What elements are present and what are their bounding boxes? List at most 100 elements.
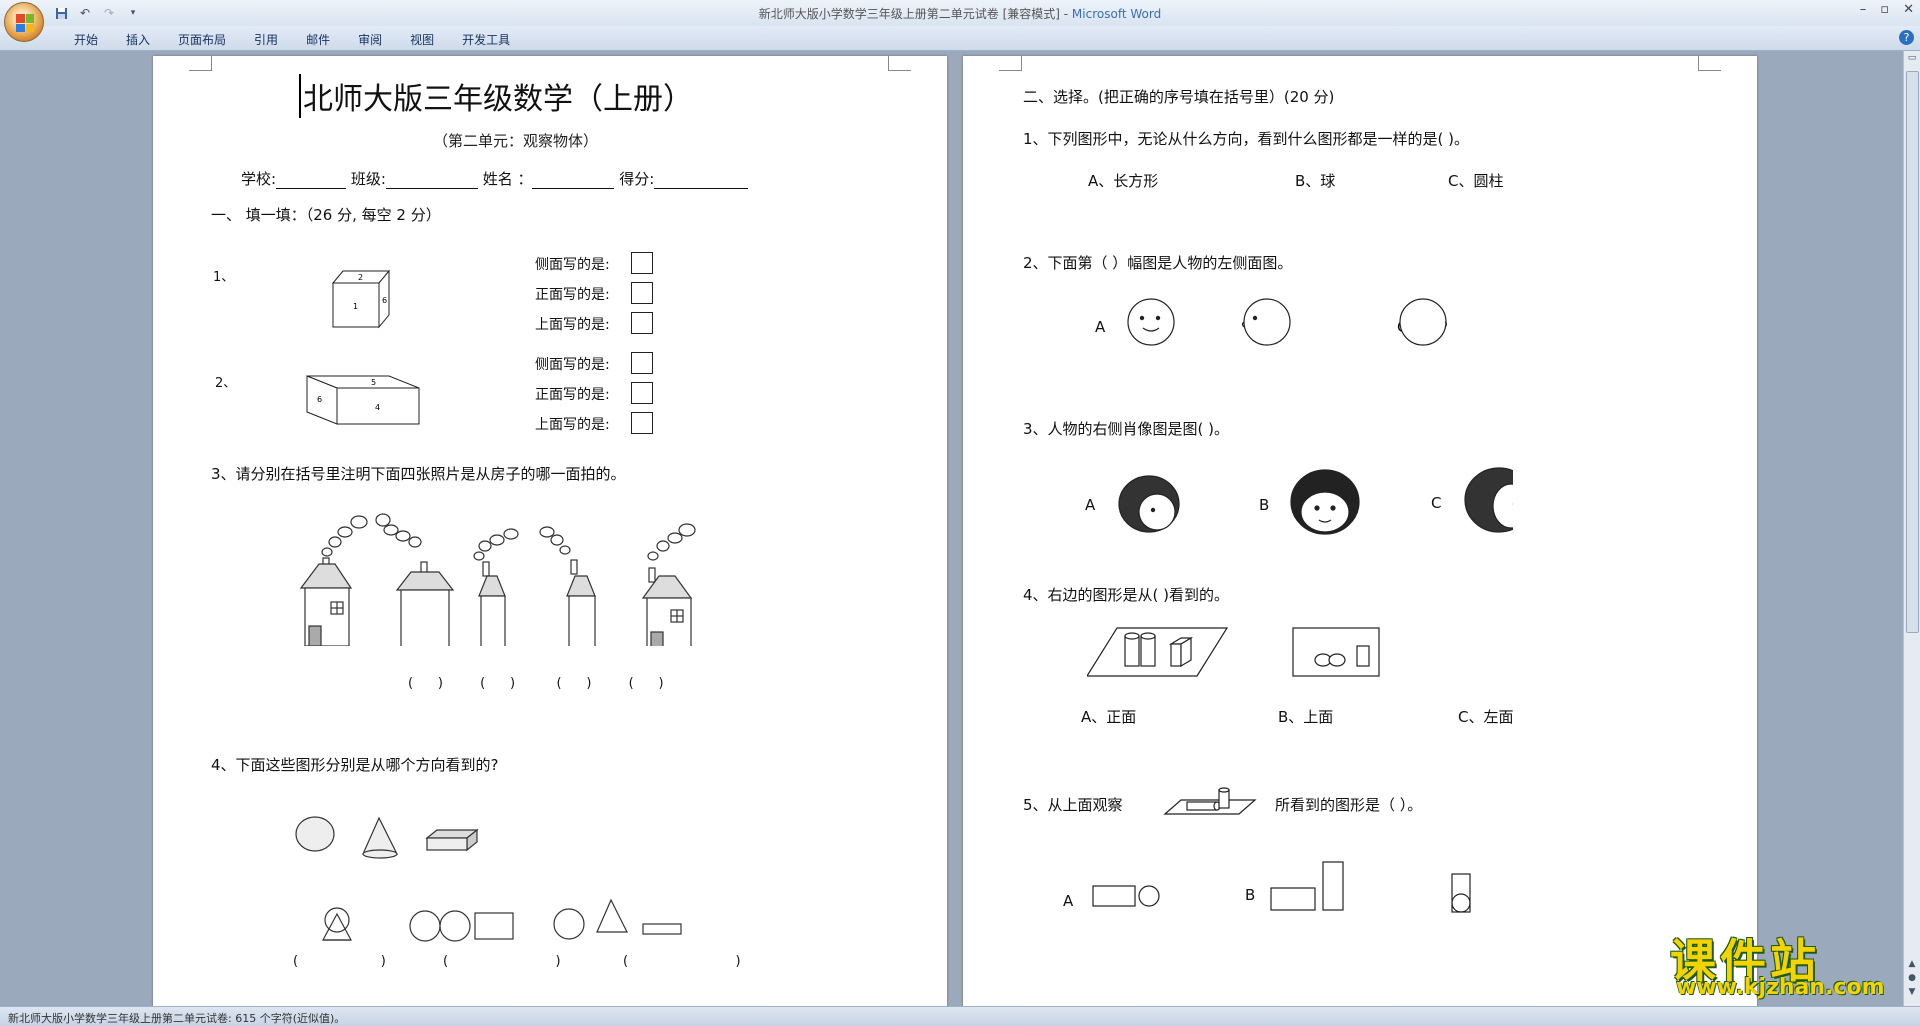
- school-blank[interactable]: [276, 172, 347, 189]
- status-bar: 新北师大版小学数学三年级上册第二单元试卷: 615 个字符(近似值)。: [0, 1006, 1920, 1026]
- choice-q3-label-a: A: [1085, 496, 1096, 514]
- next-page-icon[interactable]: ▼: [1904, 987, 1920, 999]
- q1-side-answer-box[interactable]: [631, 252, 653, 274]
- site-watermark-logo: 课件站 www.kjzhan.com: [1670, 925, 1900, 1005]
- q1-number: 1、: [213, 270, 235, 285]
- margin-corner-mark: [1698, 56, 1721, 71]
- score-blank[interactable]: [654, 172, 749, 189]
- tab-home[interactable]: 开始: [60, 29, 112, 50]
- choice-q2-text: 2、下面第（ ）幅图是人物的左侧面图。: [1023, 254, 1293, 272]
- q4-text: 4、下面这些图形分别是从哪个方向看到的?: [211, 756, 499, 774]
- choice-q3-text: 3、人物的右侧肖像图是图( )。: [1023, 420, 1230, 438]
- q2-front-answer-box[interactable]: [631, 382, 653, 404]
- tab-view[interactable]: 视图: [396, 29, 448, 50]
- office-logo-icon: [16, 14, 34, 32]
- house-photos-figure: [299, 513, 696, 646]
- ribbon: 开始 插入 页面布局 引用 邮件 审阅 视图 开发工具 ?: [0, 26, 1920, 51]
- word-count-status[interactable]: 新北师大版小学数学三年级上册第二单元试卷: 615 个字符(近似值)。: [8, 1010, 345, 1026]
- bracket-close: ): [586, 676, 592, 691]
- tab-mailings[interactable]: 邮件: [292, 29, 344, 50]
- previous-page-icon[interactable]: ▲: [1904, 959, 1920, 971]
- bracket-open: (: [480, 676, 486, 691]
- vertical-scrollbar[interactable]: ▭ ▲ ● ▼: [1903, 51, 1920, 1006]
- q1-front-label: 正面写的是:: [535, 287, 610, 303]
- tab-references[interactable]: 引用: [240, 29, 292, 50]
- choice-q4-option-a[interactable]: A、正面: [1081, 706, 1136, 727]
- q4-answer-brackets[interactable]: ( ): [293, 954, 386, 969]
- office-button[interactable]: [4, 2, 44, 42]
- q2-top-label: 上面写的是:: [535, 417, 610, 433]
- face-outlines-figure: [1127, 298, 1448, 346]
- choice-q4-figure: [1087, 627, 1380, 677]
- q3-text: 3、请分别在括号里注明下面四张照片是从房子的哪一面拍的。: [211, 465, 626, 483]
- maximize-icon[interactable]: ▫: [1880, 2, 1889, 17]
- choice-q1-option-b[interactable]: B、球: [1295, 170, 1335, 191]
- choice-q1-option-c[interactable]: C、圆柱: [1448, 170, 1503, 191]
- document-title: 北师大版三年级数学（上册）: [299, 74, 693, 118]
- bracket-open: (: [408, 676, 414, 691]
- section-1-heading: 一、 填一填：（26 分, 每空 2 分）: [211, 206, 441, 224]
- margin-corner-mark: [999, 56, 1022, 71]
- svg-text:6: 6: [317, 395, 322, 404]
- bracket-open: (: [443, 954, 449, 969]
- q3-answer-brackets[interactable]: ( ) ( ) ( ) ( ): [408, 676, 664, 691]
- q2-number: 2、: [215, 376, 237, 391]
- choice-q4-text: 4、右边的图形是从( )看到的。: [1023, 586, 1230, 604]
- ruler-toggle-icon[interactable]: ▭: [1904, 53, 1920, 65]
- q2-top-answer-box[interactable]: [631, 412, 653, 434]
- page-1[interactable]: 北师大版三年级数学（上册） （第二单元：观察物体） 学校: 班级: 姓名 ： 得…: [153, 56, 947, 1006]
- choice-q1-text: 1、下列图形中，无论从什么方向，看到什么图形都是一样的是( )。: [1023, 130, 1470, 148]
- choice-q1-option-a[interactable]: A、长方形: [1088, 170, 1158, 191]
- score-label: 得分:: [619, 170, 655, 188]
- bracket-close: ): [437, 676, 443, 691]
- svg-text:6: 6: [382, 296, 387, 305]
- bracket-close: ): [380, 954, 386, 969]
- cube-figure-1: 2 1 6: [331, 269, 391, 329]
- close-icon[interactable]: ✕: [1903, 2, 1914, 17]
- bracket-open: (: [623, 954, 629, 969]
- watermark-url: www.kjzhan.com: [1676, 975, 1885, 1000]
- choice-q4-option-b[interactable]: B、上面: [1278, 706, 1333, 727]
- scrollbar-thumb[interactable]: [1906, 71, 1919, 633]
- svg-text:5: 5: [371, 378, 376, 387]
- bracket-open: (: [628, 676, 634, 691]
- name-blank[interactable]: [532, 172, 615, 189]
- window-title: 新北师大版小学数学三年级上册第二单元试卷 [兼容模式] - Microsoft …: [758, 7, 1162, 21]
- window-controls: – ▫ ✕: [1860, 2, 1914, 17]
- document-area: 北师大版三年级数学（上册） （第二单元：观察物体） 学校: 班级: 姓名 ： 得…: [0, 51, 1904, 1006]
- minimize-icon[interactable]: –: [1860, 2, 1867, 17]
- choice-q5-objects-figure: [1163, 787, 1257, 815]
- choice-q5-label-a: A: [1063, 892, 1074, 910]
- choice-q4-option-c[interactable]: C、左面: [1458, 706, 1513, 727]
- q2-side-label: 侧面写的是:: [535, 357, 610, 373]
- cuboid-figure-2: 5 6 4: [306, 375, 420, 425]
- margin-corner-mark: [888, 56, 911, 71]
- ribbon-tabs: 开始 插入 页面布局 引用 邮件 审阅 视图 开发工具: [60, 29, 524, 50]
- choice-q2-label-a: A: [1095, 318, 1106, 336]
- title-bar: ↶ ↷ ▾ 新北师大版小学数学三年级上册第二单元试卷 [兼容模式] - Micr…: [0, 0, 1920, 42]
- tab-page-layout[interactable]: 页面布局: [164, 29, 240, 50]
- class-blank[interactable]: [385, 172, 478, 189]
- portrait-figure: [1118, 467, 1513, 535]
- svg-text:4: 4: [375, 403, 380, 412]
- choice-q5-prefix: 5、从上面观察: [1023, 796, 1123, 814]
- q1-front-answer-box[interactable]: [631, 282, 653, 304]
- tab-insert[interactable]: 插入: [112, 29, 164, 50]
- choice-q5-suffix: 所看到的图形是（ ）。: [1275, 796, 1423, 814]
- select-browse-object-icon[interactable]: ●: [1904, 973, 1920, 985]
- bracket-close: ): [658, 676, 664, 691]
- q2-front-label: 正面写的是:: [535, 387, 610, 403]
- school-label: 学校:: [241, 170, 277, 188]
- help-icon[interactable]: ?: [1899, 30, 1914, 45]
- bracket-close: ): [555, 954, 561, 969]
- q2-side-answer-box[interactable]: [631, 352, 653, 374]
- bracket-open: (: [556, 676, 562, 691]
- page-2[interactable]: 二、选择。(把正确的序号填在括号里）(20 分) 1、下列图形中，无论从什么方向…: [963, 56, 1757, 1006]
- q1-top-answer-box[interactable]: [631, 312, 653, 334]
- section-2-heading: 二、选择。(把正确的序号填在括号里）(20 分): [1023, 88, 1335, 106]
- tab-developer[interactable]: 开发工具: [448, 29, 524, 50]
- margin-corner-mark: [189, 56, 212, 71]
- q4-answer-brackets[interactable]: ( ): [623, 954, 741, 969]
- tab-review[interactable]: 审阅: [344, 29, 396, 50]
- q4-answer-brackets[interactable]: ( ): [443, 954, 561, 969]
